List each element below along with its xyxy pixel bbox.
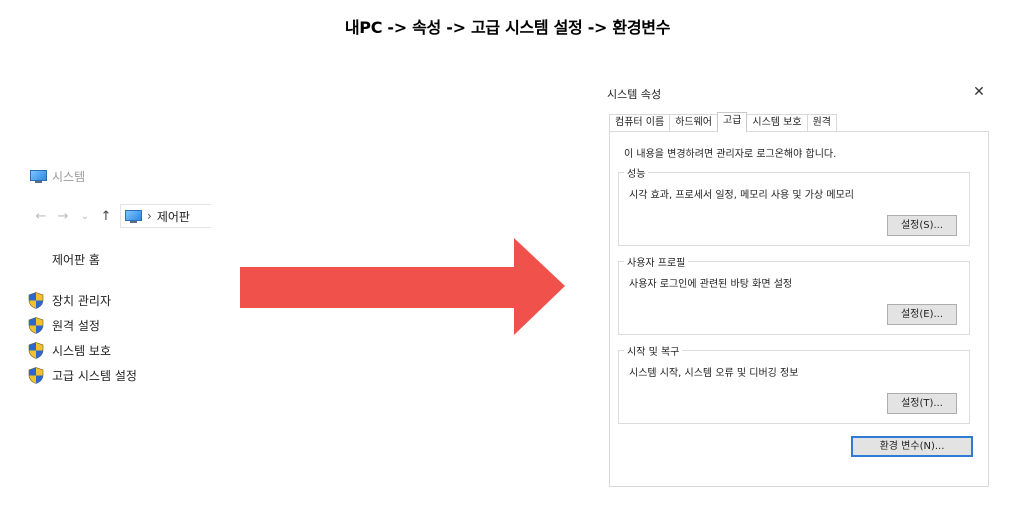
admin-notice: 이 내용을 변경하려면 관리자로 로그온해야 합니다. [624, 149, 837, 160]
user-profiles-settings-button[interactable]: 설정(E)... [887, 304, 957, 325]
user-profiles-group-title: 사용자 프로필 [624, 254, 689, 269]
startup-recovery-description: 시스템 시작, 시스템 오류 및 디버깅 정보 [629, 368, 799, 379]
user-profiles-group: 사용자 프로필 사용자 로그인에 관련된 바탕 화면 설정 설정(E)... [618, 254, 970, 335]
performance-description: 시각 효과, 프로세서 일정, 메모리 사용 및 가상 메모리 [629, 190, 854, 201]
system-protection-label: 시스템 보호 [52, 344, 112, 358]
shield-icon [28, 367, 44, 384]
page-heading: 내PC -> 속성 -> 고급 시스템 설정 -> 환경변수 [344, 18, 671, 37]
device-manager-label: 장치 관리자 [52, 294, 112, 308]
system-side-links: 장치 관리자 원격 설정 시스템 보호 고급 시스템 설정 [28, 288, 137, 388]
breadcrumb-separator: › [147, 209, 152, 223]
system-protection-link[interactable]: 시스템 보호 [28, 338, 137, 363]
address-bar[interactable]: › 제어판 [120, 204, 211, 228]
system-window-title: 시스템 [30, 168, 85, 185]
startup-recovery-group-title: 시작 및 복구 [624, 343, 683, 358]
advanced-system-settings-label: 고급 시스템 설정 [52, 369, 137, 383]
system-properties-dialog: 시스템 속성 ✕ 컴퓨터 이름 하드웨어 고급 시스템 보호 원격 이 내용을 … [605, 80, 995, 490]
recent-locations-chevron-icon[interactable]: ⌄ [74, 211, 96, 222]
right-arrow-icon [240, 238, 565, 335]
close-icon[interactable]: ✕ [969, 82, 989, 102]
shield-icon [28, 342, 44, 359]
tab-system-protection[interactable]: 시스템 보호 [746, 114, 808, 131]
forward-arrow-icon[interactable]: → [52, 209, 74, 224]
remote-settings-link[interactable]: 원격 설정 [28, 313, 137, 338]
up-arrow-icon[interactable]: ↑ [96, 209, 116, 224]
back-arrow-icon[interactable]: ← [30, 209, 52, 224]
startup-recovery-group: 시작 및 복구 시스템 시작, 시스템 오류 및 디버깅 정보 설정(T)... [618, 343, 970, 424]
explorer-nav-bar: ← → ⌄ ↑ › 제어판 [30, 204, 211, 228]
shield-icon [28, 317, 44, 334]
system-title-label: 시스템 [52, 170, 86, 184]
breadcrumb-control-panel[interactable]: 제어판 [157, 208, 190, 225]
performance-settings-button[interactable]: 설정(S)... [887, 215, 957, 236]
tab-advanced[interactable]: 고급 [717, 112, 748, 132]
shield-icon [28, 292, 44, 309]
user-profiles-description: 사용자 로그인에 관련된 바탕 화면 설정 [629, 279, 793, 290]
performance-group-title: 성능 [624, 165, 649, 180]
remote-settings-label: 원격 설정 [52, 319, 100, 333]
device-manager-link[interactable]: 장치 관리자 [28, 288, 137, 313]
computer-icon [30, 170, 47, 183]
startup-recovery-settings-button[interactable]: 설정(T)... [887, 393, 957, 414]
tab-computer-name[interactable]: 컴퓨터 이름 [609, 114, 671, 131]
dialog-tab-strip: 컴퓨터 이름 하드웨어 고급 시스템 보호 원격 [609, 112, 837, 132]
computer-icon [125, 209, 142, 223]
performance-group: 성능 시각 효과, 프로세서 일정, 메모리 사용 및 가상 메모리 설정(S)… [618, 165, 970, 246]
dialog-title: 시스템 속성 [607, 88, 662, 101]
control-panel-home-link[interactable]: 제어판 홈 [52, 251, 100, 268]
tab-remote[interactable]: 원격 [806, 114, 837, 131]
advanced-tab-panel: 이 내용을 변경하려면 관리자로 로그온해야 합니다. 성능 시각 효과, 프로… [609, 131, 989, 487]
environment-variables-button[interactable]: 환경 변수(N)... [851, 436, 973, 457]
tab-hardware[interactable]: 하드웨어 [669, 114, 718, 131]
advanced-system-settings-link[interactable]: 고급 시스템 설정 [28, 363, 137, 388]
